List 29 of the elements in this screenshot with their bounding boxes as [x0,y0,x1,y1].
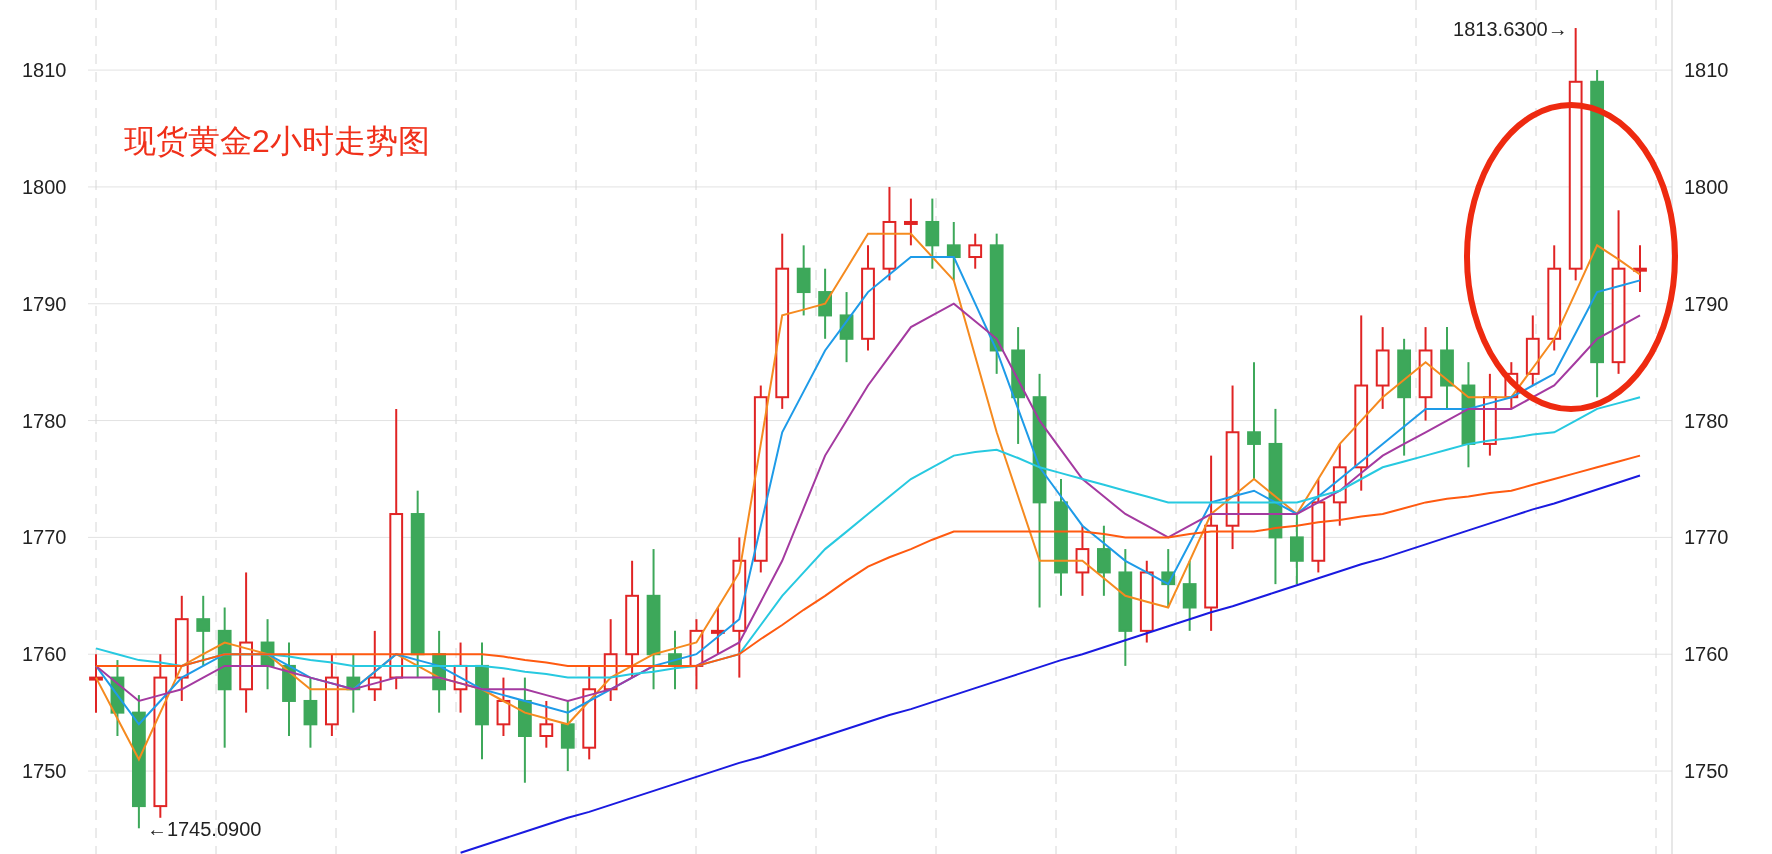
candlestick [496,676,511,737]
axis-label: 1770 [1684,526,1729,549]
candlestick [946,220,961,282]
candlestick [346,653,361,714]
axis-label: 1810 [1684,59,1729,82]
candlestick [968,232,983,270]
candlestick [1633,244,1647,294]
chart-title: 现货黄金2小时走势图 [124,123,430,159]
price-label: 1813.6300→ [1453,18,1568,41]
axis-label: 1760 [1684,643,1729,666]
axis-label: 1760 [22,643,67,666]
candlestick [539,699,554,749]
axis-label: 1770 [22,526,67,549]
axis-label: 1780 [22,409,67,432]
axis-label: 1750 [22,760,67,783]
candlestick [711,606,725,656]
axis-label: 1750 [1684,760,1729,783]
candlestick [1161,548,1176,609]
price-label: ←1745.0900 [146,818,262,841]
candlestick [89,653,103,714]
axis-label: 1780 [1684,409,1729,432]
axis-label: 1810 [22,59,67,82]
axis-label: 1800 [22,175,67,198]
axis-label: 1790 [1684,292,1729,315]
candlestick [1504,361,1519,410]
axis-label: 1800 [1684,175,1729,198]
candlestick [668,629,682,691]
axis-label: 1790 [22,292,67,315]
candlestick [904,197,918,247]
